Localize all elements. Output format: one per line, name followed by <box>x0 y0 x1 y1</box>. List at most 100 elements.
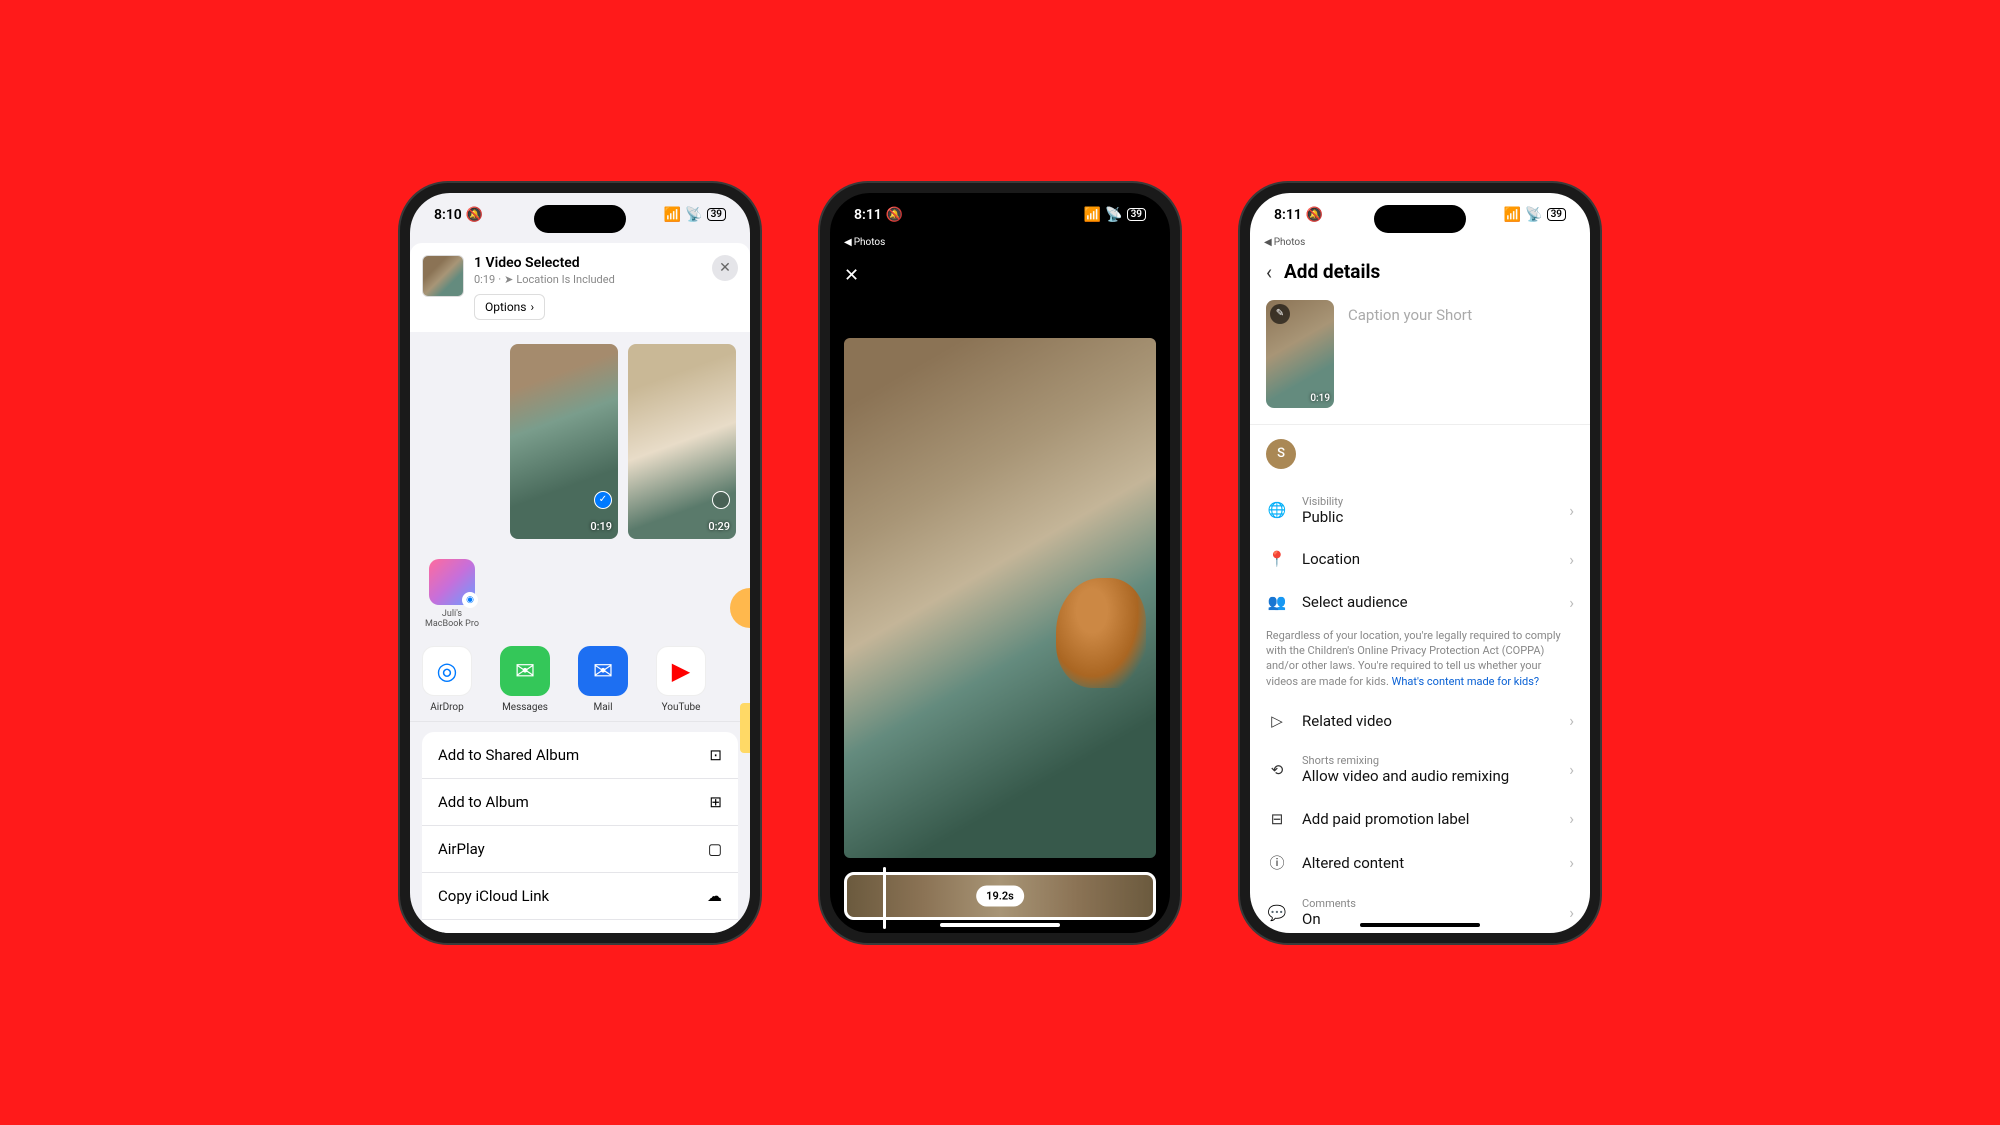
chevron-right-icon: › <box>1569 711 1574 730</box>
media-item[interactable]: 0:29 <box>628 344 736 539</box>
dynamic-island <box>954 205 1046 233</box>
album-icon: ⊞ <box>709 793 722 811</box>
phone-share-sheet: 8:10 🔕 📶 📡 39 1 Video Selected 0:19 · ➤ … <box>400 183 760 943</box>
share-sheet-header: 1 Video Selected 0:19 · ➤ Location Is In… <box>410 243 750 332</box>
location-icon: ➤ <box>504 273 513 286</box>
action-airplay[interactable]: AirPlay ▢ <box>422 826 738 873</box>
status-time: 8:11 <box>854 207 882 223</box>
shared-album-icon: ⊡ <box>709 746 722 764</box>
app-youtube[interactable]: ▶ YouTube <box>656 646 706 713</box>
battery-icon: 39 <box>1547 208 1566 221</box>
app-mail[interactable]: ✉ Mail <box>578 646 628 713</box>
airplay-icon: ▢ <box>708 840 722 858</box>
silent-icon: 🔕 <box>466 207 483 223</box>
play-icon: ▷ <box>1266 712 1288 730</box>
airdrop-label: Juli's MacBook Pro <box>422 609 482 631</box>
paid-promo-row[interactable]: ⊟ Add paid promotion label › <box>1266 797 1574 840</box>
channel-row[interactable]: S <box>1250 425 1590 483</box>
share-duration: 0:19 <box>474 273 495 286</box>
caption-section: ✎ 0:19 Caption your Short <box>1250 296 1590 425</box>
silent-icon: 🔕 <box>1306 207 1323 223</box>
caption-input[interactable]: Caption your Short <box>1348 300 1472 408</box>
comment-icon: 💬 <box>1266 904 1288 922</box>
home-indicator[interactable] <box>1360 923 1480 927</box>
app-messages[interactable]: ✉ Messages <box>500 646 550 713</box>
video-trimmer[interactable]: 19.2s <box>844 872 1156 920</box>
wifi-icon: 📡 <box>685 207 702 223</box>
action-shared-album[interactable]: Add to Shared Album ⊡ <box>422 732 738 779</box>
video-preview[interactable] <box>844 338 1156 858</box>
close-icon: ✕ <box>719 260 731 276</box>
info-icon: ⓘ <box>1266 852 1288 873</box>
video-content <box>1056 578 1146 688</box>
visibility-row[interactable]: 🌐 Visibility Public › <box>1266 483 1574 538</box>
money-icon: ⊟ <box>1266 810 1288 828</box>
back-to-app[interactable]: ◀ Photos <box>1250 237 1590 248</box>
signal-icon: 📶 <box>1504 207 1521 223</box>
chevron-right-icon: › <box>1569 853 1574 872</box>
page-title: Add details <box>1284 260 1380 283</box>
action-icloud-link[interactable]: Copy iCloud Link ☁ <box>422 873 738 920</box>
chevron-right-icon: › <box>1569 550 1574 569</box>
details-list: 🌐 Visibility Public › 📍 Location › 👥 Sel… <box>1250 483 1590 624</box>
phone-add-details: 8:11 🔕 📶 📡 39 ◀ Photos ‹ Add details ✎ 0… <box>1240 183 1600 943</box>
options-button[interactable]: Options › <box>474 294 545 320</box>
thumb-duration: 0:19 <box>1310 393 1330 404</box>
home-indicator[interactable] <box>940 923 1060 927</box>
wifi-icon: 📡 <box>1105 207 1122 223</box>
messages-icon: ✉ <box>500 646 550 696</box>
media-picker-row[interactable]: ✓ 0:19 0:29 <box>410 332 750 551</box>
share-title: 1 Video Selected <box>474 255 615 271</box>
people-icon: 👥 <box>1266 593 1288 611</box>
youtube-icon: ▶ <box>656 646 706 696</box>
coppa-link[interactable]: What's content made for kids? <box>1392 675 1540 688</box>
dynamic-island <box>534 205 626 233</box>
back-to-app[interactable]: ◀ Photos <box>830 237 1170 248</box>
battery-icon: 39 <box>707 208 726 221</box>
dynamic-island <box>1374 205 1466 233</box>
airdrop-target[interactable]: ◉ Juli's MacBook Pro <box>422 559 482 631</box>
status-time: 8:11 <box>1274 207 1302 223</box>
signal-icon: 📶 <box>1084 207 1101 223</box>
pin-icon: 📍 <box>1266 550 1288 568</box>
page-header: ‹ Add details <box>1250 248 1590 296</box>
playhead-handle[interactable] <box>883 867 886 929</box>
action-export-original[interactable]: Export Unmodified Original 📁 <box>422 920 738 932</box>
chevron-right-icon: › <box>1569 760 1574 779</box>
chevron-right-icon: › <box>1569 809 1574 828</box>
contact-peek[interactable] <box>730 588 750 628</box>
close-button[interactable]: ✕ <box>844 265 859 286</box>
app-airdrop[interactable]: ◎ AirDrop <box>422 646 472 713</box>
related-video-row[interactable]: ▷ Related video › <box>1266 699 1574 742</box>
close-button[interactable]: ✕ <box>712 255 738 281</box>
back-button[interactable]: ‹ <box>1266 260 1272 284</box>
media-duration: 0:19 <box>590 520 612 533</box>
share-thumbnail <box>422 255 464 297</box>
edit-icon: ✎ <box>1270 304 1290 324</box>
wifi-icon: 📡 <box>1525 207 1542 223</box>
share-apps-row: ◎ AirDrop ✉ Messages ✉ Mail ▶ YouTube <box>410 638 750 722</box>
airdrop-icon: ◎ <box>422 646 472 696</box>
location-row[interactable]: 📍 Location › <box>1266 538 1574 581</box>
silent-icon: 🔕 <box>886 207 903 223</box>
globe-icon: 🌐 <box>1266 501 1288 519</box>
trim-duration-badge: 19.2s <box>976 885 1024 906</box>
status-time: 8:10 <box>434 207 462 223</box>
remix-icon: ⟲ <box>1266 761 1288 779</box>
media-item-selected[interactable]: ✓ 0:19 <box>510 344 618 539</box>
remix-row[interactable]: ⟲ Shorts remixing Allow video and audio … <box>1266 742 1574 797</box>
altered-content-row[interactable]: ⓘ Altered content › <box>1266 840 1574 885</box>
selection-circle-icon <box>712 491 730 509</box>
video-thumbnail[interactable]: ✎ 0:19 <box>1266 300 1334 408</box>
airdrop-avatar: ◉ <box>429 559 475 605</box>
action-add-album[interactable]: Add to Album ⊞ <box>422 779 738 826</box>
airdrop-badge-icon: ◉ <box>462 592 478 608</box>
chevron-right-icon: › <box>1569 501 1574 520</box>
notes-app-peek[interactable] <box>740 703 750 753</box>
battery-icon: 39 <box>1127 208 1146 221</box>
audience-row[interactable]: 👥 Select audience › <box>1266 581 1574 624</box>
checkmark-icon: ✓ <box>594 491 612 509</box>
phone-video-trim: 8:11 🔕 📶 📡 39 ◀ Photos ✕ 19.2s Choose a … <box>820 183 1180 943</box>
mail-icon: ✉ <box>578 646 628 696</box>
details-list-2: ▷ Related video › ⟲ Shorts remixing Allo… <box>1250 699 1590 932</box>
